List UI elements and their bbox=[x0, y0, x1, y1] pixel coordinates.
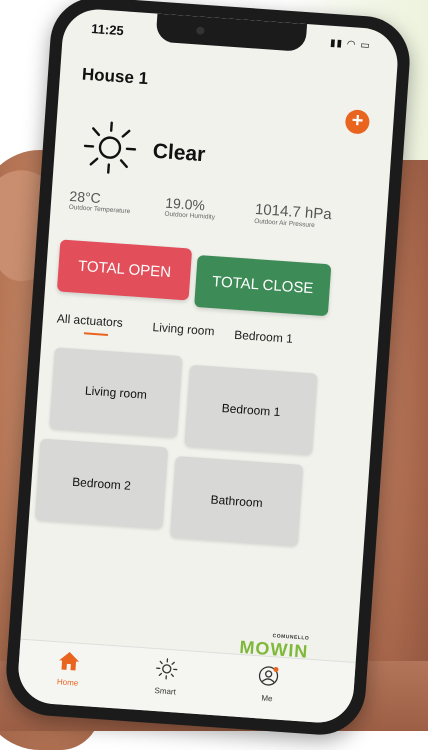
phone-notch bbox=[156, 14, 308, 52]
humidity-metric: 19.0% Outdoor Humidity bbox=[164, 195, 216, 221]
status-icons: ▮▮ ◠ ▭ bbox=[330, 38, 371, 52]
home-icon bbox=[57, 650, 80, 671]
room-card-living-room[interactable]: Living room bbox=[49, 347, 182, 438]
nav-home-label: Home bbox=[37, 676, 97, 689]
tab-bedroom-1[interactable]: Bedroom 1 bbox=[234, 328, 294, 346]
nav-me[interactable]: Me bbox=[237, 663, 300, 705]
room-card-bathroom[interactable]: Bathroom bbox=[170, 456, 303, 547]
pressure-metric: 1014.7 hPa Outdoor Air Pressure bbox=[254, 201, 332, 230]
nav-smart[interactable]: Smart bbox=[135, 656, 198, 698]
active-tab-indicator bbox=[84, 332, 108, 336]
nav-smart-label: Smart bbox=[135, 685, 195, 698]
nav-home[interactable]: Home bbox=[37, 649, 99, 689]
profile-icon bbox=[257, 664, 280, 687]
tab-all-actuators[interactable]: All actuators bbox=[56, 311, 123, 330]
nav-me-label: Me bbox=[237, 692, 297, 705]
sun-icon bbox=[155, 657, 178, 680]
room-card-bedroom-2[interactable]: Bedroom 2 bbox=[35, 438, 168, 529]
weather-summary: Clear bbox=[79, 117, 363, 200]
sun-icon bbox=[79, 117, 141, 179]
weather-condition: Clear bbox=[152, 140, 206, 168]
house-title: House 1 bbox=[81, 65, 148, 90]
total-close-button[interactable]: TOTAL CLOSE bbox=[194, 255, 331, 316]
status-time: 11:25 bbox=[91, 21, 125, 38]
wifi-icon: ◠ bbox=[346, 39, 356, 51]
room-card-bedroom-1[interactable]: Bedroom 1 bbox=[184, 365, 317, 456]
signal-icon: ▮▮ bbox=[330, 38, 344, 50]
add-button[interactable]: + bbox=[345, 109, 371, 135]
temperature-metric: 28°C Outdoor Temperature bbox=[68, 188, 131, 215]
camera-dot bbox=[196, 26, 205, 35]
battery-icon: ▭ bbox=[360, 40, 371, 52]
app-screen: 11:25 ▮▮ ◠ ▭ House 1 + bbox=[16, 7, 400, 725]
total-open-button[interactable]: TOTAL OPEN bbox=[57, 239, 192, 300]
tab-living-room[interactable]: Living room bbox=[152, 320, 215, 338]
phone: 11:25 ▮▮ ◠ ▭ House 1 + bbox=[3, 0, 412, 738]
